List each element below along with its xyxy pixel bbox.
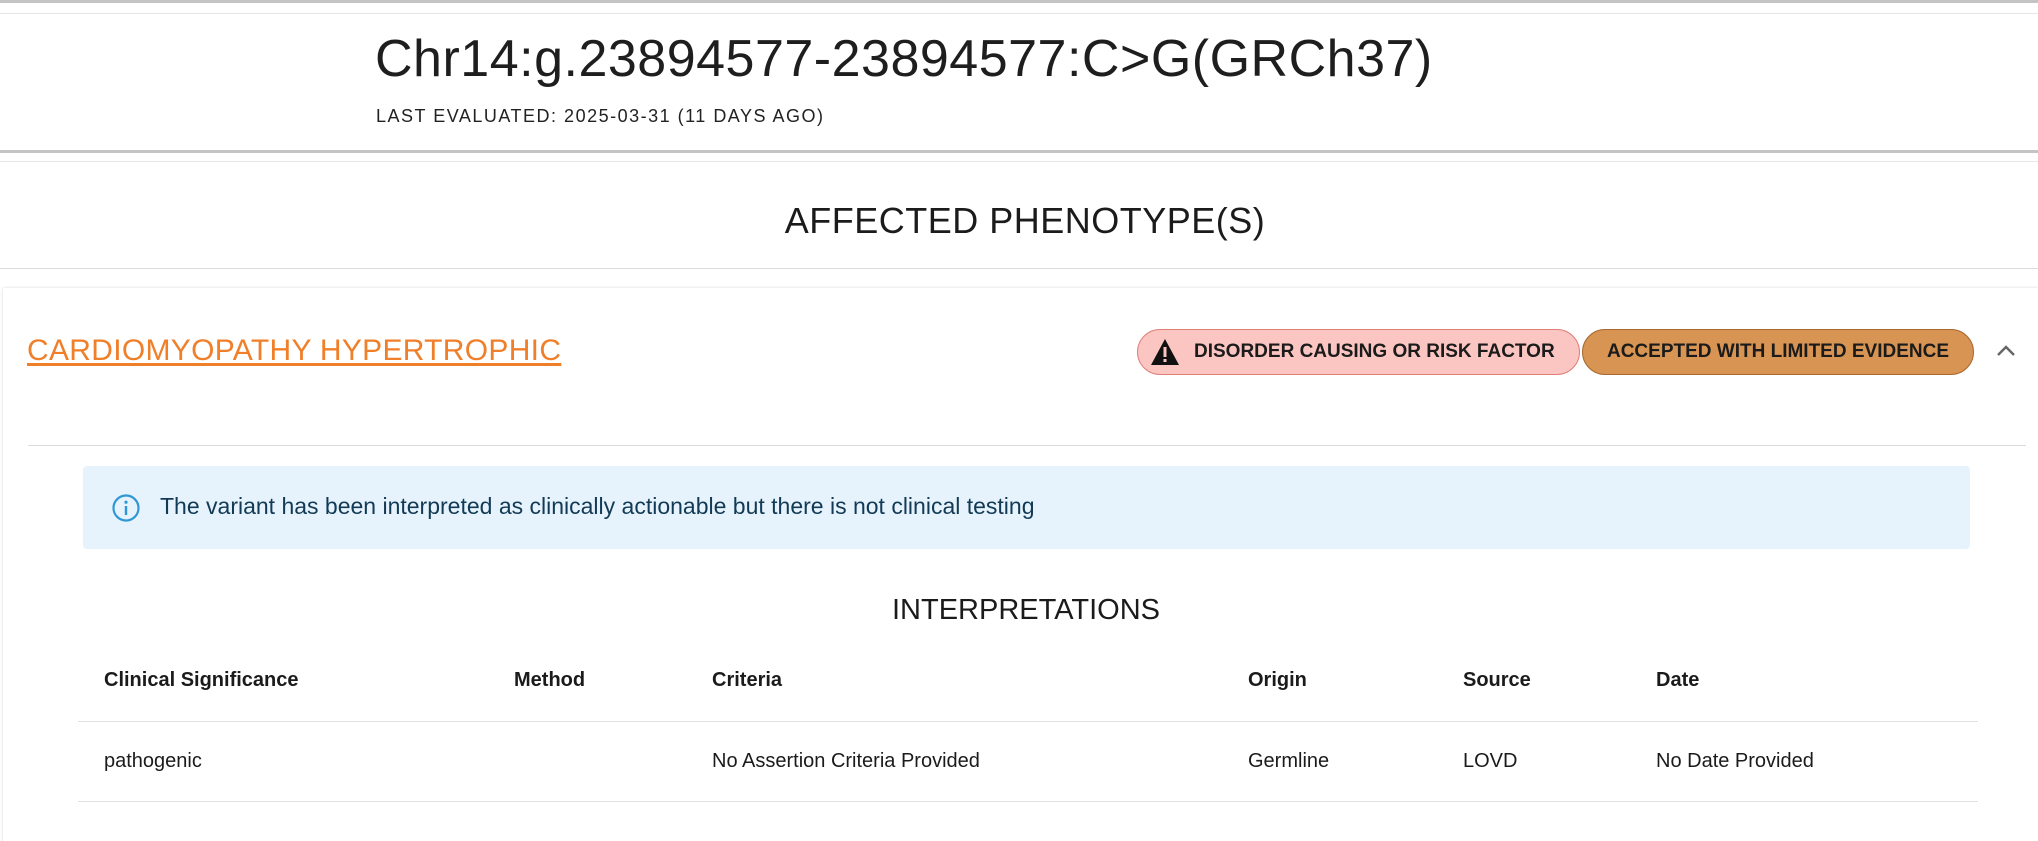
info-icon <box>112 494 140 522</box>
phenotype-link[interactable]: CARDIOMYOPATHY HYPERTROPHIC <box>27 334 561 368</box>
cell-criteria: No Assertion Criteria Provided <box>712 750 980 772</box>
divider <box>0 150 2038 153</box>
divider <box>28 445 2026 446</box>
risk-chip: DISORDER CAUSING OR RISK FACTOR <box>1137 329 1580 375</box>
cell-date: No Date Provided <box>1656 750 1814 772</box>
column-header-method: Method <box>514 669 586 691</box>
cell-clinical-significance: pathogenic <box>104 750 202 772</box>
alert-message: The variant has been interpreted as clin… <box>160 493 1035 519</box>
divider <box>78 801 1978 802</box>
column-header-criteria: Criteria <box>712 669 783 691</box>
column-header-date: Date <box>1656 669 1700 691</box>
variant-title: Chr14:g.23894577-23894577:C>G(GRCh37) <box>375 30 1433 88</box>
divider <box>0 268 2038 269</box>
variant-page: Chr14:g.23894577-23894577:C>G(GRCh37) LA… <box>0 0 2038 841</box>
phenotype-card: CARDIOMYOPATHY HYPERTROPHIC DISORDER CAU… <box>3 288 2038 841</box>
divider <box>0 13 2038 14</box>
last-evaluated: LAST EVALUATED: 2025-03-31 (11 DAYS AGO) <box>376 106 825 126</box>
evidence-chip-label: ACCEPTED WITH LIMITED EVIDENCE <box>1606 341 1949 362</box>
info-alert: The variant has been interpreted as clin… <box>83 466 1970 549</box>
cell-origin: Germline <box>1248 750 1330 772</box>
interpretations-title: INTERPRETATIONS <box>892 594 1160 626</box>
warning-triangle-icon <box>1151 339 1179 365</box>
variant-header: Chr14:g.23894577-23894577:C>G(GRCh37) LA… <box>0 0 2038 152</box>
cell-source: LOVD <box>1463 750 1518 772</box>
column-header-source: Source <box>1463 669 1531 691</box>
divider <box>0 161 2038 162</box>
risk-chip-label: DISORDER CAUSING OR RISK FACTOR <box>1194 341 1555 362</box>
column-header-clinical-significance: Clinical Significance <box>104 669 299 691</box>
evidence-chip: ACCEPTED WITH LIMITED EVIDENCE <box>1582 329 1974 375</box>
column-header-origin: Origin <box>1248 669 1307 691</box>
divider <box>78 721 1978 722</box>
section-title: AFFECTED PHENOTYPE(S) <box>784 200 1266 241</box>
chevron-up-icon[interactable] <box>1993 338 2019 364</box>
